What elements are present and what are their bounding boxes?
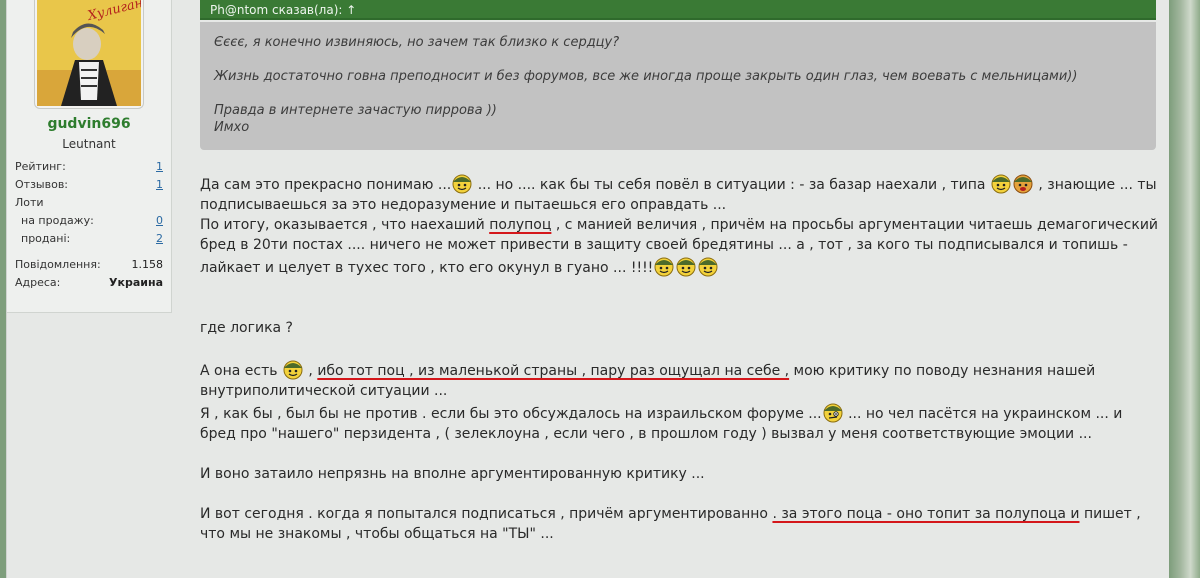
post-paragraph: По итогу, оказывается , что наехаший пол… — [200, 215, 1160, 278]
post-paragraph: И воно затаило непрязнь на вполне аргуме… — [200, 466, 705, 482]
quote-line: Єєєє, я конечно извиняюсь, но зачем так … — [214, 35, 620, 50]
post-text: ... но .... как бы ты себя повёл в ситуа… — [473, 177, 990, 193]
stat-label: Отзывов: — [15, 178, 69, 191]
post-paragraph: Я , как бы , был бы не против . если бы … — [200, 401, 1160, 444]
post-paragraph: А она есть , ибо тот поц , из маленькой … — [200, 358, 1160, 401]
for-sale-link[interactable]: 0 — [156, 214, 163, 227]
post-text: Я , как бы , был бы не против . если бы … — [200, 406, 822, 422]
stat-reviews: Отзывов: 1 — [15, 178, 163, 191]
underlined-text: полупоц — [489, 217, 552, 233]
forum-post: Хулигана – к ответу! gudvin696 Leutnant … — [6, 0, 1169, 578]
post-text: А она есть — [200, 363, 282, 379]
post-text: По итогу, оказывается , что наехаший — [200, 217, 490, 233]
quote-header[interactable]: Ph@ntom сказав(ла): ↑ — [200, 0, 1156, 20]
rating-link[interactable]: 1 — [156, 160, 163, 173]
post-text: , — [303, 363, 318, 379]
post-paragraph: И вот сегодня . когда я попытался подпис… — [200, 504, 1160, 544]
soldier-smiley-icon — [676, 257, 696, 277]
reviews-link[interactable]: 1 — [156, 178, 163, 191]
stat-label: Адреса: — [15, 276, 61, 289]
stat-label: Лоти — [15, 196, 44, 209]
soldier-smiley-icon — [654, 257, 674, 277]
post-content: Да сам это прекрасно понимаю ... ... но … — [200, 172, 1160, 544]
stat-messages: Повідомлення: 1.158 — [15, 258, 163, 271]
quote-line: Имхо — [214, 120, 250, 135]
stat-label: Рейтинг: — [15, 160, 66, 173]
stat-lots: Лоти — [15, 196, 163, 209]
stat-label: Повідомлення: — [15, 258, 101, 271]
soldier-smiley-icon — [452, 174, 472, 194]
quote-line: Правда в интернете зачастую пиррова )) — [214, 103, 497, 118]
quote-body: Єєєє, я конечно извиняюсь, но зачем так … — [200, 22, 1156, 150]
user-rank: Leutnant — [62, 137, 116, 151]
quote-author-link[interactable]: Ph@ntom сказав(ла): ↑ — [210, 3, 356, 17]
stat-address: Адреса: Украина — [15, 276, 163, 289]
stat-label: продані: — [21, 232, 71, 245]
underlined-text: ибо тот поц , из маленькой страны , пару… — [317, 363, 790, 379]
post-text: Да сам это прекрасно понимаю ... — [200, 177, 452, 193]
address-value: Украина — [109, 276, 163, 289]
user-sidebar: Хулигана – к ответу! gudvin696 Leutnant … — [7, 0, 172, 313]
page-background-right — [1168, 0, 1200, 578]
stat-label: на продажу: — [21, 214, 94, 227]
soldier-smiley-icon — [283, 360, 303, 380]
post-paragraph: где логика ? — [200, 320, 293, 336]
quote-line: Жизнь достаточно говна преподносит и без… — [214, 69, 1078, 84]
stat-rating: Рейтинг: 1 — [15, 160, 163, 173]
messages-count: 1.158 — [131, 258, 164, 271]
username[interactable]: gudvin696 — [7, 116, 171, 132]
underlined-text: . за этого поца - оно топит за полупоца … — [772, 506, 1080, 522]
soldier-smiley-icon — [698, 257, 718, 277]
stat-sold: продані: 2 — [21, 232, 163, 245]
avatar-image: Хулигана – к ответу! — [37, 0, 141, 106]
post-paragraph: Да сам это прекрасно понимаю ... ... но … — [200, 172, 1160, 215]
post-text: И вот сегодня . когда я попытался подпис… — [200, 506, 773, 522]
soldier-confused-smiley-icon — [823, 403, 843, 423]
sold-link[interactable]: 2 — [156, 232, 163, 245]
soldier-smiley-icon — [991, 174, 1011, 194]
avatar[interactable]: Хулигана – к ответу! — [34, 0, 144, 109]
stat-for-sale: на продажу: 0 — [21, 214, 163, 227]
soldier-angry-smiley-icon — [1013, 174, 1033, 194]
